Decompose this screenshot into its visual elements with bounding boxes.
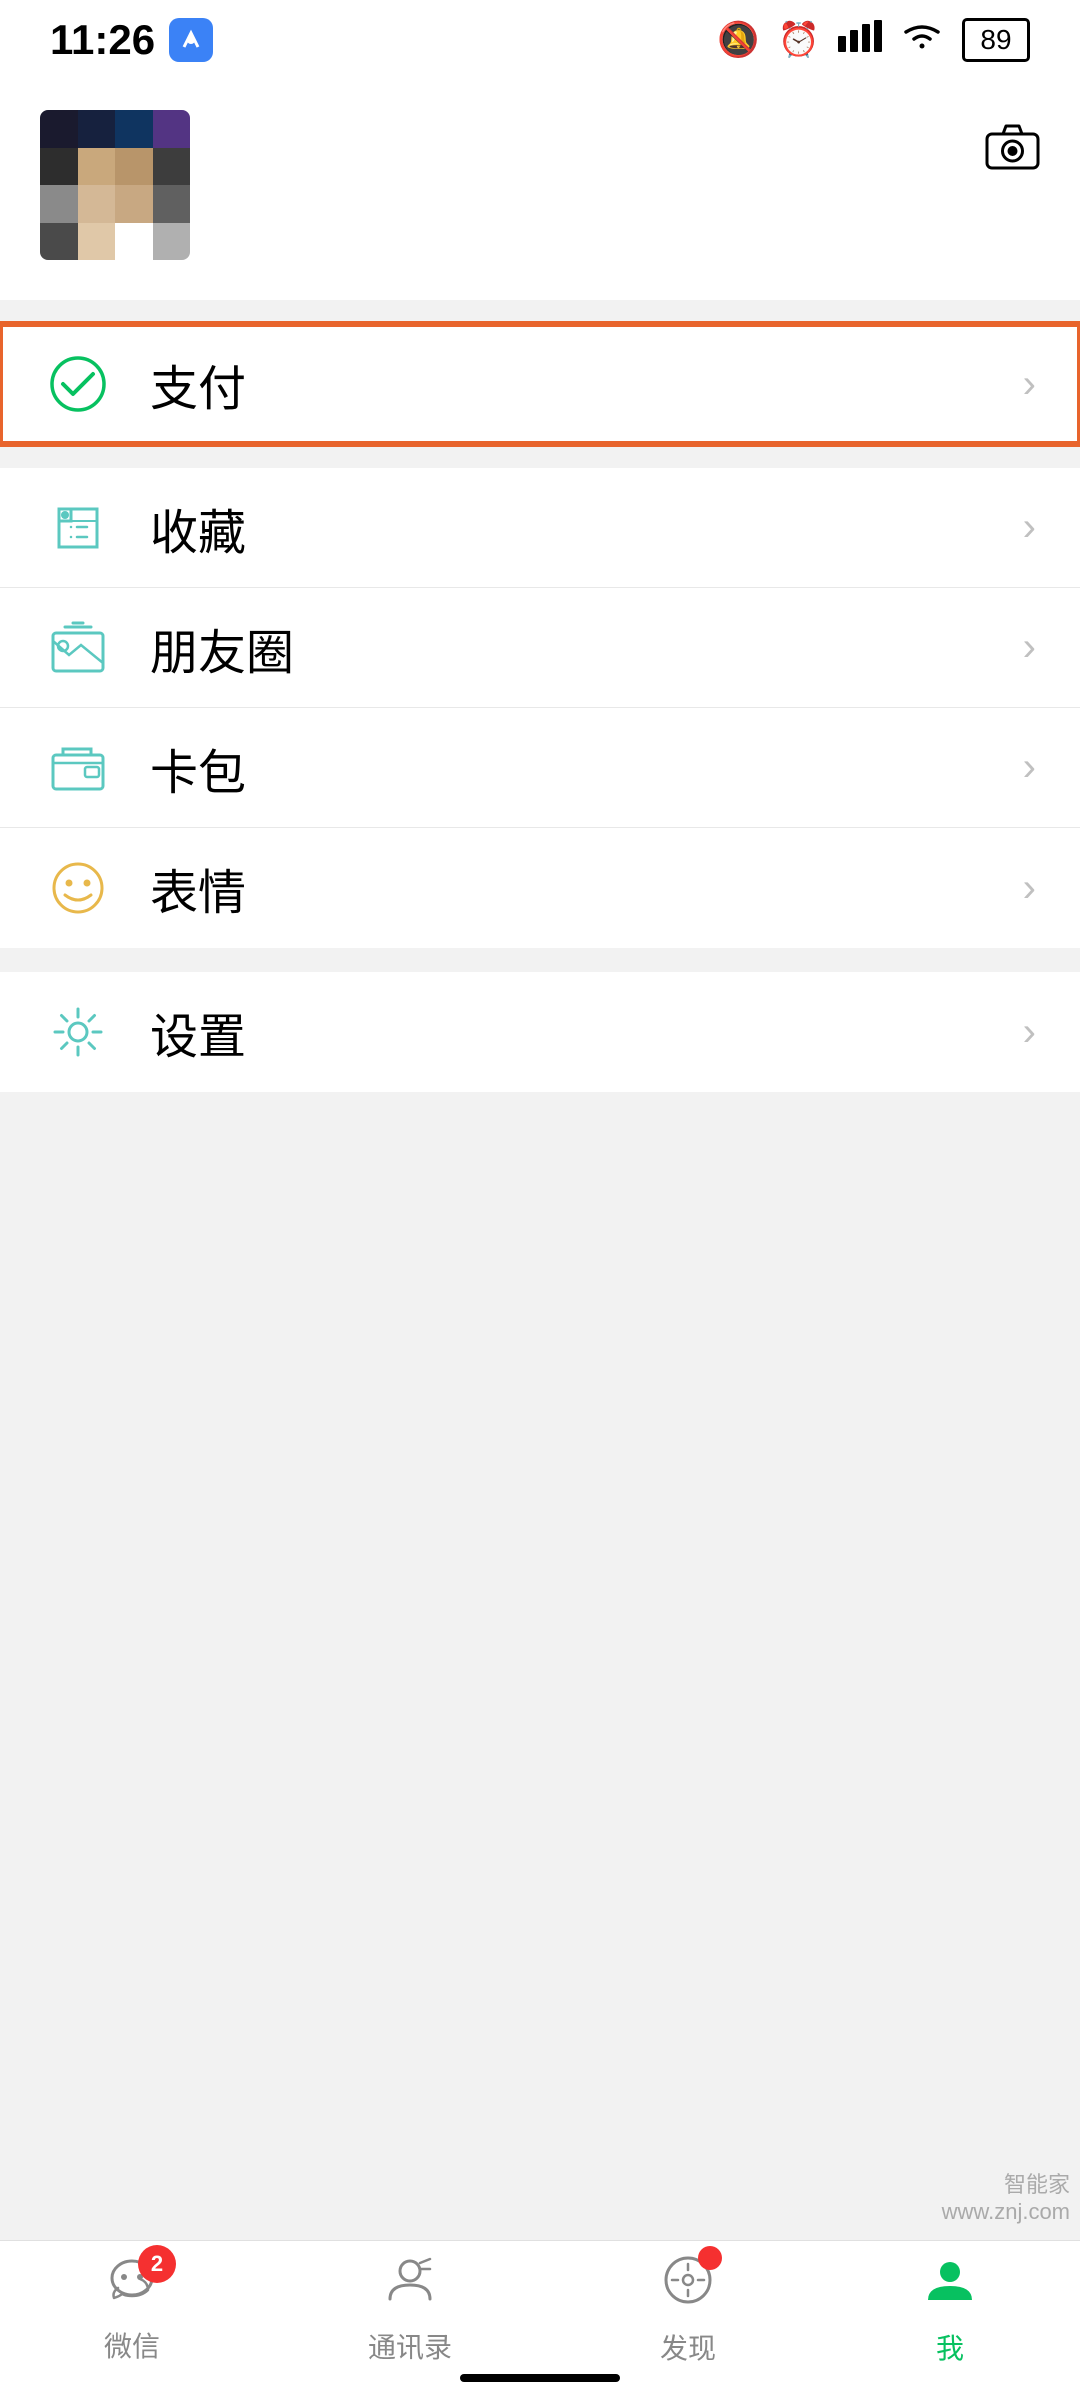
- settings-label: 设置: [150, 997, 1023, 1067]
- status-icons: 🔕 ⏰ 89: [717, 18, 1030, 62]
- favorites-chevron: ›: [1023, 505, 1036, 550]
- bottom-navigation: 2 微信 通讯录 发现: [0, 2240, 1080, 2400]
- favorites-label: 收藏: [150, 493, 1023, 563]
- favorites-menu-item[interactable]: 收藏 ›: [0, 468, 1080, 588]
- wallet-label: 卡包: [150, 733, 1023, 803]
- section-divider-2: [0, 444, 1080, 468]
- section-divider-1: [0, 300, 1080, 324]
- me-nav-label: 我: [936, 2327, 964, 2367]
- discover-badge: [698, 2246, 722, 2270]
- pay-icon: [44, 350, 112, 418]
- section-divider-3: [0, 948, 1080, 972]
- nav-wechat[interactable]: 2 微信: [104, 2257, 160, 2365]
- alarm-icon: ⏰: [778, 20, 820, 60]
- favorites-icon: [44, 494, 112, 562]
- stickers-label: 表情: [150, 853, 1023, 923]
- wechat-badge: 2: [138, 2245, 176, 2283]
- discover-icon: [662, 2254, 714, 2319]
- pay-chevron: ›: [1023, 362, 1036, 407]
- avatar[interactable]: [40, 110, 190, 260]
- home-indicator: [460, 2374, 620, 2382]
- stickers-chevron: ›: [1023, 866, 1036, 911]
- lark-icon: [169, 18, 213, 62]
- wifi-icon: [900, 20, 944, 61]
- settings-chevron: ›: [1023, 1010, 1036, 1055]
- nav-contacts[interactable]: 通讯录: [368, 2255, 452, 2366]
- stickers-menu-item[interactable]: 表情 ›: [0, 828, 1080, 948]
- main-menu-section: 收藏 › 朋友圈 › 卡包 ›: [0, 468, 1080, 948]
- wallet-menu-item[interactable]: 卡包 ›: [0, 708, 1080, 828]
- stickers-icon: [44, 854, 112, 922]
- nav-me[interactable]: 我: [924, 2254, 976, 2367]
- moments-icon: [44, 614, 112, 682]
- signal-icon: [838, 20, 882, 61]
- moments-menu-item[interactable]: 朋友圈 ›: [0, 588, 1080, 708]
- battery-indicator: 89: [962, 18, 1030, 62]
- me-icon: [924, 2254, 976, 2319]
- status-bar: 11:26 🔕 ⏰ 89: [0, 0, 1080, 80]
- contacts-nav-label: 通讯录: [368, 2326, 452, 2366]
- moments-label: 朋友圈: [150, 613, 1023, 683]
- pay-label: 支付: [150, 349, 1023, 419]
- settings-menu-item[interactable]: 设置 ›: [0, 972, 1080, 1092]
- profile-section: [0, 80, 1080, 300]
- pay-section: 支付 ›: [0, 324, 1080, 444]
- settings-section: 设置 ›: [0, 972, 1080, 1092]
- contacts-icon: [384, 2255, 436, 2318]
- settings-icon: [44, 998, 112, 1066]
- nav-discover[interactable]: 发现: [660, 2254, 716, 2367]
- wechat-icon: 2: [106, 2257, 158, 2317]
- pay-menu-item[interactable]: 支付 ›: [0, 324, 1080, 444]
- status-time: 11:26: [50, 16, 213, 64]
- watermark: 智能家 www.znj.com: [942, 2167, 1070, 2225]
- camera-icon[interactable]: [985, 110, 1040, 183]
- wechat-nav-label: 微信: [104, 2325, 160, 2365]
- discover-nav-label: 发现: [660, 2327, 716, 2367]
- wallet-chevron: ›: [1023, 745, 1036, 790]
- wallet-icon: [44, 734, 112, 802]
- moments-chevron: ›: [1023, 625, 1036, 670]
- mute-icon: 🔕: [717, 20, 759, 60]
